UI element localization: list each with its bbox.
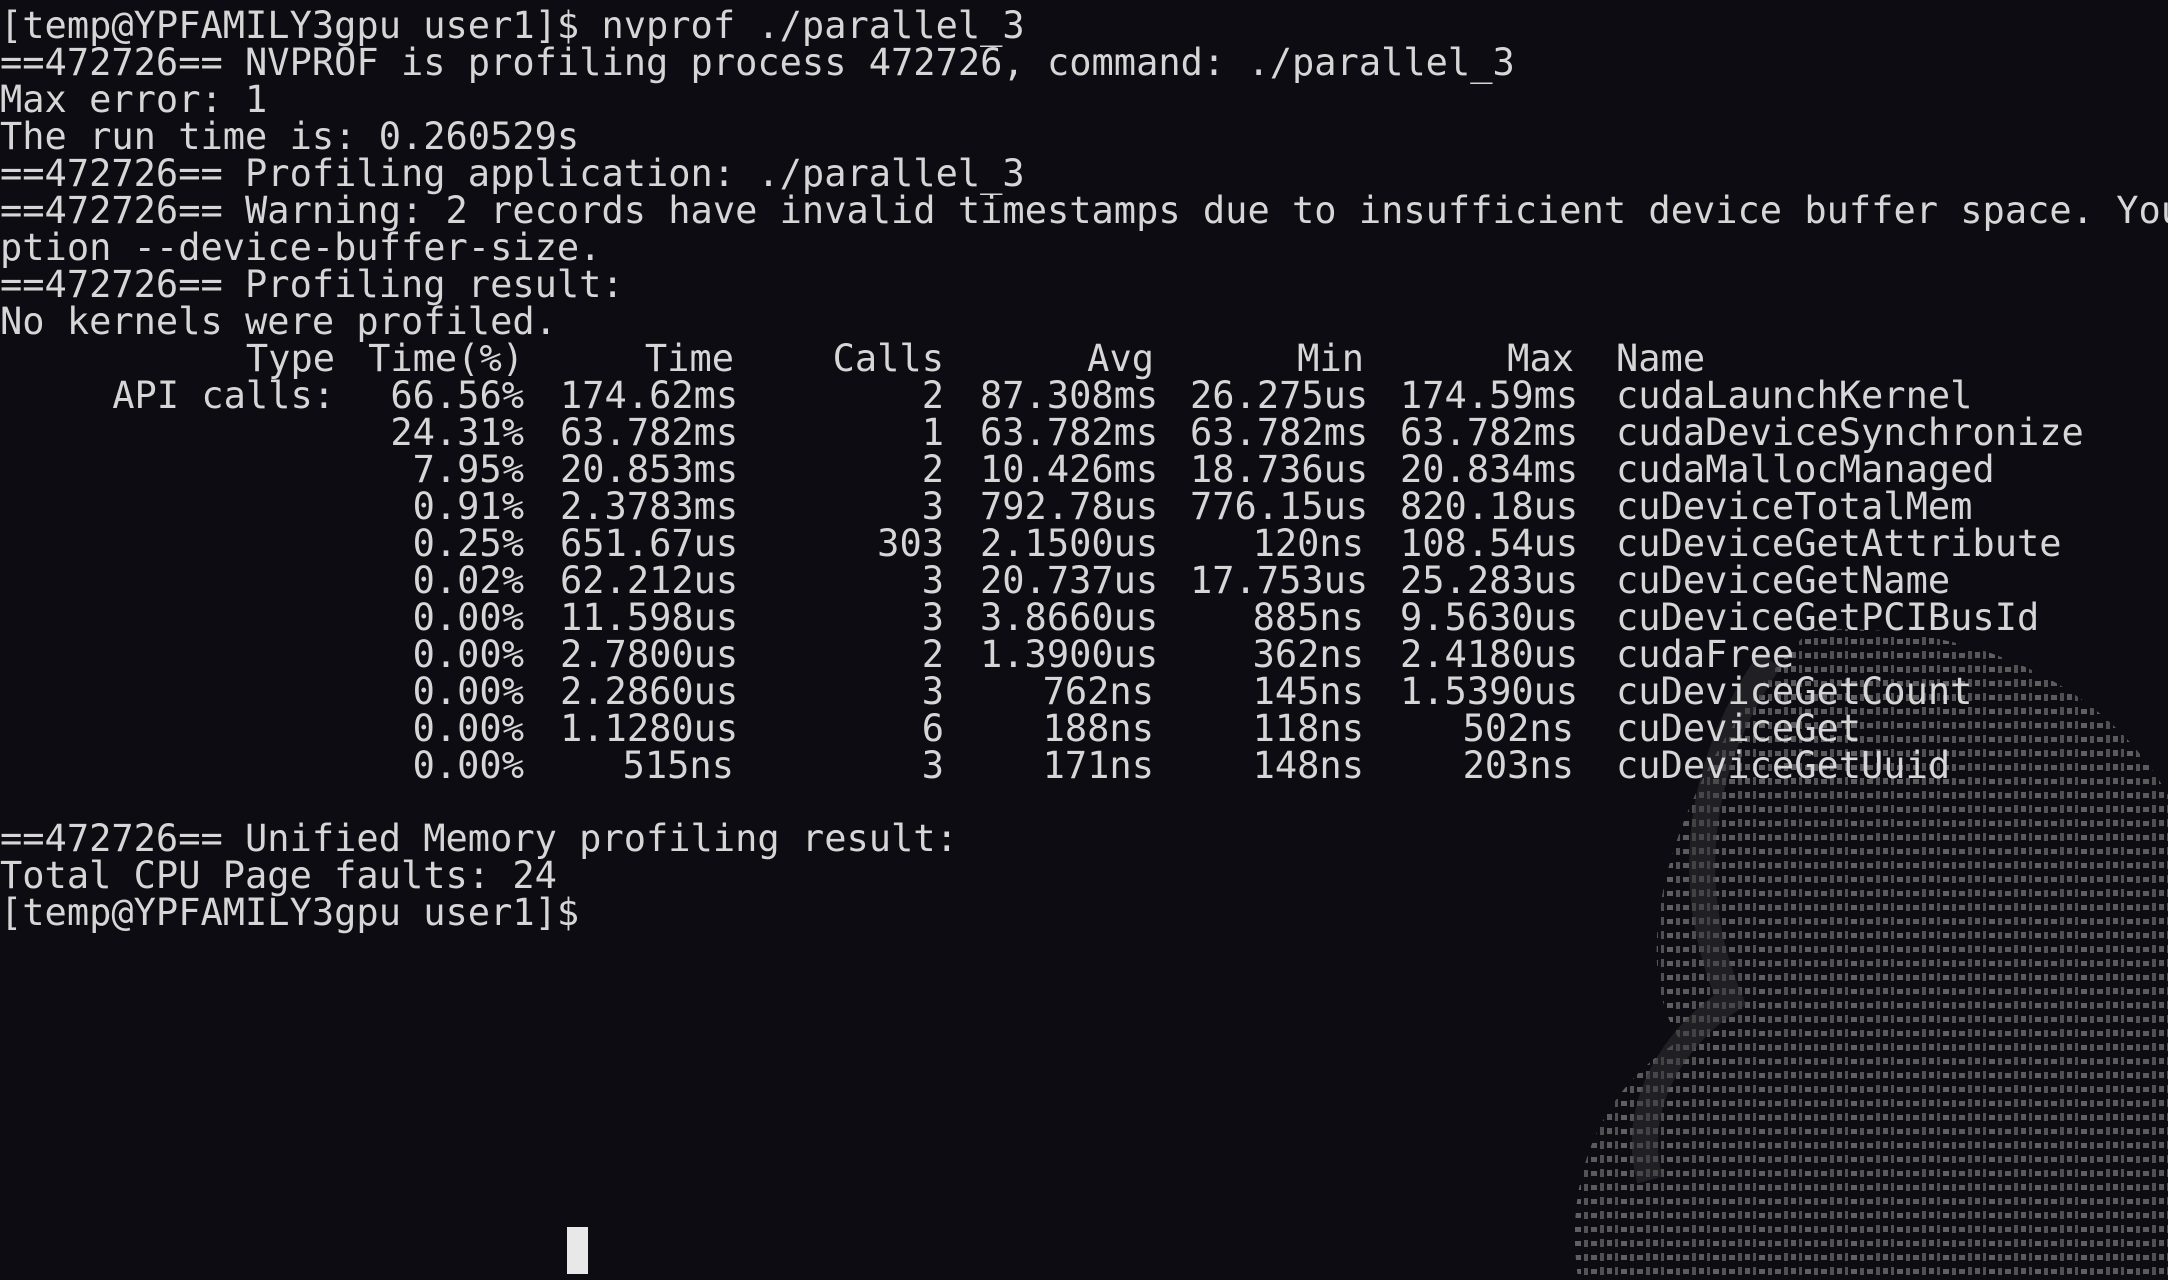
cell-max: 203ns [1462, 744, 1574, 787]
cell-calls: 3 [921, 744, 944, 787]
cell-name: cuDeviceGetUuid [1616, 744, 1951, 787]
cell-min: 148ns [1252, 744, 1364, 787]
text-cursor [567, 1227, 588, 1274]
shell-prompt[interactable]: [temp@YPFAMILY3gpu user1]$ [0, 887, 601, 938]
cell-avg: 171ns [1042, 744, 1154, 787]
cell-type [0, 740, 335, 791]
cell-time: 515ns [622, 744, 734, 787]
cell-time-pct: 0.00% [412, 744, 524, 787]
terminal-window[interactable]: [temp@YPFAMILY3gpu user1]$ nvprof ./para… [0, 0, 2168, 1280]
